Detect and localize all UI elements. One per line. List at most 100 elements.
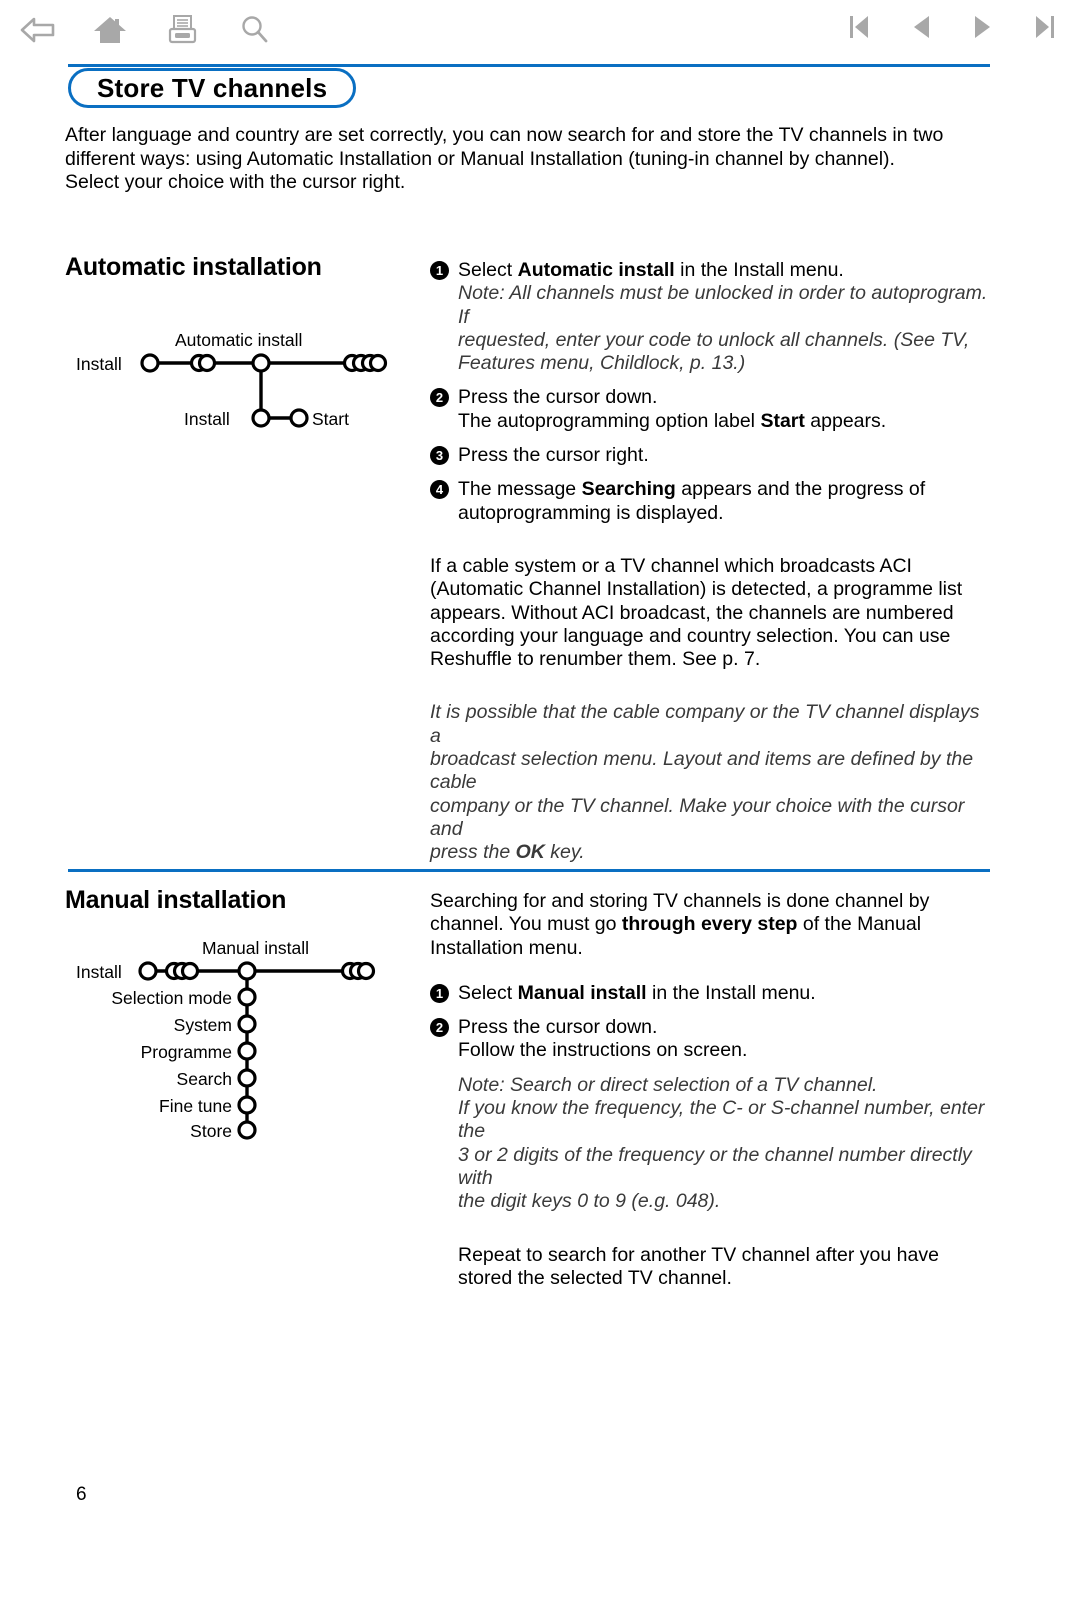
automatic-step-1-note: Note: All channels must be unlocked in o… [458,282,990,375]
step-number-badge: 3 [430,446,449,466]
automatic-step-1-note-line-2: requested, enter your code to unlock all… [458,328,970,351]
print-icon-glyph [168,15,197,44]
automatic-step-2-subtext-after: appears. [804,409,887,432]
automatic-step-2: 2 Press the cursor down. The autoprogram… [430,386,990,433]
first-page-icon-glyph [850,16,868,38]
aci-paragraph-line-4: according your language and country sele… [430,624,951,647]
manual-diagram-item-search: Search [176,1069,232,1089]
automatic-step-3: 3 Press the cursor right. [430,444,990,467]
last-page-icon[interactable] [1032,10,1058,44]
previous-page-icon-glyph [914,16,929,38]
automatic-step-1-note-line-1: Note: All channels must be unlocked in o… [458,282,988,328]
back-icon[interactable] [16,8,60,52]
cable-note-line-4-before: press the [430,841,516,864]
home-icon-glyph [94,17,126,43]
toolbar [0,0,1080,62]
cable-note-line-3: company or the TV channel. Make your cho… [430,794,965,840]
automatic-diagram-branch-label: Install [184,409,230,429]
manual-installation-heading: Manual installation [65,886,287,914]
step-number-badge: 2 [430,1018,449,1038]
automatic-step-4-text-after: appears and the progress of [675,478,926,501]
automatic-step-4-text-before: The message [458,478,582,501]
automatic-diagram-left-label: Install [76,354,122,374]
toolbar-left-group [16,8,276,52]
manual-diagram-item-system: System [173,1015,232,1035]
section-divider [68,869,990,872]
manual-intro-line-2-bold: through every step [621,913,798,936]
cable-note-line-4-after: key. [544,841,585,864]
automatic-installation-heading: Automatic installation [65,253,322,281]
manual-note: Note: Search or direct selection of a TV… [458,1074,990,1214]
search-icon[interactable] [232,8,276,52]
manual-intro-line-1: Searching for and storing TV channels is… [430,890,930,912]
previous-page-icon[interactable] [908,10,934,44]
page-number: 6 [76,1484,87,1505]
cable-note-line-1: It is possible that the cable company or… [430,701,980,747]
aci-paragraph-line-5: Reshuffle to renumber them. See p. 7. [430,648,761,671]
header-divider [68,64,990,67]
manual-diagram-item-selection-mode: Selection mode [111,988,232,1008]
automatic-step-4-subtext: autoprogramming is displayed. [458,501,724,524]
intro-line-3: Select your choice with the cursor right… [65,171,406,193]
toolbar-right-group [846,10,1058,44]
aci-paragraph-line-1: If a cable system or a TV channel which … [430,554,912,577]
manual-step-2-text: Press the cursor down. [458,1016,658,1039]
manual-step-1-text-before: Select [458,981,518,1004]
automatic-step-4-text: The message Searching appears and the pr… [458,478,990,501]
manual-repeat-paragraph: Repeat to search for another TV channel … [430,1244,990,1291]
step-number-badge: 2 [430,388,449,408]
manual-step-2-subtext: Follow the instructions on screen. [458,1039,748,1062]
cable-note-line-4: press the OK key. [430,841,990,864]
manual-diagram-item-programme: Programme [140,1042,232,1062]
manual-note-line-4: the digit keys 0 to 9 (e.g. 048). [458,1190,721,1213]
step-number-badge: 1 [430,261,449,280]
home-icon[interactable] [88,8,132,52]
print-icon[interactable] [160,8,204,52]
automatic-step-3-text: Press the cursor right. [458,444,649,467]
step-number-badge: 1 [430,983,449,1003]
manual-repeat-line-2: stored the selected TV channel. [458,1266,732,1289]
cable-company-note: It is possible that the cable company or… [430,701,990,864]
automatic-step-4: 4 The message Searching appears and the … [430,478,990,525]
next-page-icon[interactable] [970,10,996,44]
automatic-step-2-subtext-before: The autoprogramming option label [458,409,761,432]
automatic-step-1-bold: Automatic install [517,259,675,281]
automatic-installation-content: 1 Select Automatic install in the Instal… [430,259,990,865]
first-page-icon[interactable] [846,10,872,44]
manual-intro-line-2-after: of the Manual [797,913,922,936]
page-title: Store TV channels [68,68,357,108]
automatic-step-2-text: Press the cursor down. [458,386,658,409]
manual-diagram-top-label: Manual install [202,938,309,958]
manual-note-line-3: 3 or 2 digits of the frequency or the ch… [458,1143,972,1189]
manual-repeat-line-1: Repeat to search for another TV channel … [458,1243,939,1266]
automatic-diagram-top-label: Automatic install [175,330,303,350]
aci-paragraph-line-3: appears. Without ACI broadcast, the chan… [430,601,954,624]
manual-note-line-1: Note: Search or direct selection of a TV… [458,1073,878,1096]
automatic-step-1-text-after: in the Install menu. [674,259,844,281]
manual-diagram-item-fine-tune: Fine tune [159,1096,232,1116]
search-icon-glyph [242,16,268,43]
manual-intro-line-3: Installation menu. [430,936,583,959]
manual-step-1-text-after: in the Install menu. [646,981,816,1004]
automatic-step-4-bold: Searching [581,478,676,501]
automatic-step-2-subtext-bold: Start [760,409,805,432]
manual-installation-content: Searching for and storing TV channels is… [430,890,990,1290]
automatic-install-diagram: Automatic install Install Install Start [62,318,412,438]
automatic-step-1-text: Select Automatic install in the Install … [458,259,990,282]
intro-paragraph: After language and country are set corre… [65,124,965,195]
aci-paragraph: If a cable system or a TV channel which … [430,555,990,671]
step-number-badge: 4 [430,480,449,500]
automatic-diagram-branch-value: Start [312,409,349,429]
cable-note-line-2: broadcast selection menu. Layout and ite… [430,748,974,794]
automatic-step-1-note-line-3: Features menu, Childlock, p. 13.) [458,352,746,375]
manual-diagram-item-store: Store [190,1121,232,1141]
manual-install-diagram: Manual install Install Selection mode Sy… [62,930,412,1145]
back-icon-glyph [20,17,55,43]
manual-step-1: 1 Select Manual install in the Install m… [430,982,990,1005]
